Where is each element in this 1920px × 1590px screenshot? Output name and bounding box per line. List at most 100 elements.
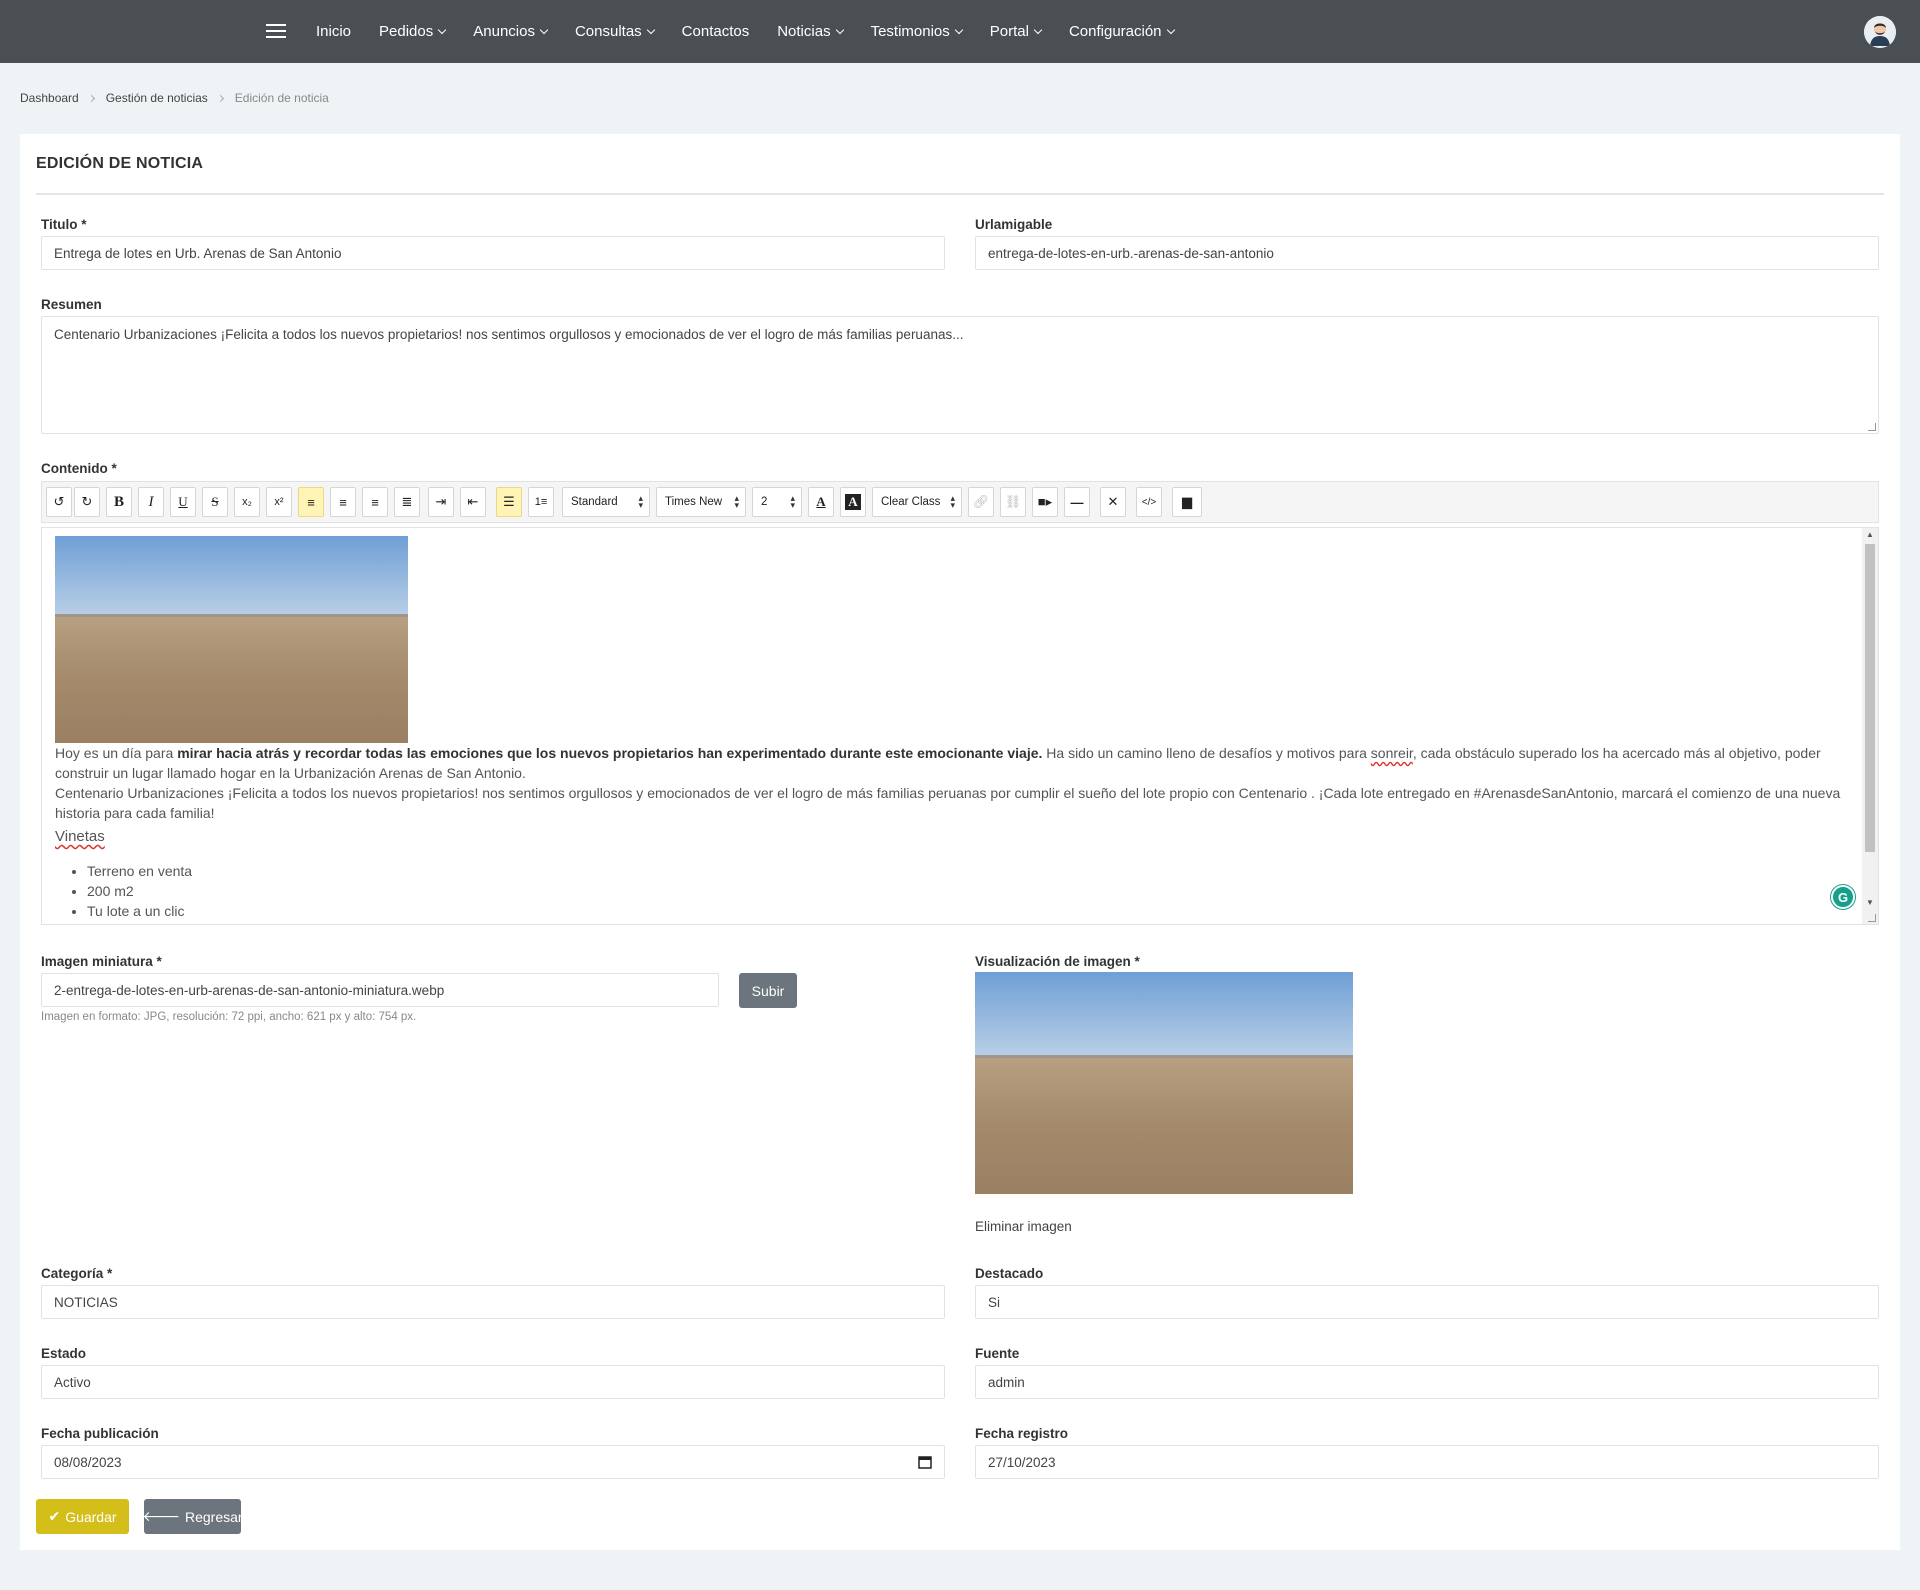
bullet-list-icon: ☰ (503, 494, 515, 509)
calendar-icon[interactable] (918, 1455, 932, 1469)
titulo-input[interactable]: Entrega de lotes en Urb. Arenas de San A… (41, 236, 945, 270)
resize-handle-icon[interactable] (1868, 423, 1876, 431)
urlamigable-input[interactable]: entrega-de-lotes-en-urb.-arenas-de-san-a… (975, 236, 1879, 270)
back-button[interactable]: 🡐 Regresar (142, 1499, 243, 1534)
editor-content: Hoy es un día para mirar hacia atrás y r… (55, 536, 1845, 921)
grammarly-icon[interactable]: G (1831, 885, 1855, 909)
editor-scrollbar[interactable]: ▲ ▼ (1862, 528, 1878, 924)
nav-anuncios[interactable]: Anuncios (459, 23, 561, 40)
undo-icon: ↺ (53, 494, 65, 509)
sort-arrows-icon: ▴ ▾ (790, 493, 795, 510)
strikethrough-icon: S (211, 494, 219, 509)
destacado-label: Destacado (975, 1266, 1044, 1281)
chevron-down-icon (646, 25, 655, 34)
italic-button[interactable]: I (138, 487, 164, 517)
nav-pedidos[interactable]: Pedidos (365, 23, 459, 40)
undo-button[interactable]: ↺ (46, 487, 72, 517)
user-avatar[interactable] (1864, 16, 1896, 48)
numbered-list-button[interactable]: 1≡ (528, 487, 554, 517)
redo-icon: ↻ (81, 494, 93, 509)
resumen-textarea[interactable]: Centenario Urbanizaciones ¡Felicita a to… (41, 316, 1879, 434)
font-size-select[interactable]: 2 ▴ ▾ (752, 487, 802, 517)
fecha-registro-input[interactable]: 27/10/2023 (975, 1445, 1879, 1479)
unlink-icon: ⛓︎ (1004, 494, 1022, 509)
horizontal-rule-button[interactable]: — (1064, 487, 1090, 517)
align-justify-button[interactable]: ≣ (394, 487, 420, 517)
underline-button[interactable]: U (170, 487, 196, 517)
imagen-help-text: Imagen en formato: JPG, resolución: 72 p… (41, 1011, 417, 1023)
breadcrumb-dashboard[interactable]: Dashboard (20, 91, 79, 105)
nav-testimonios[interactable]: Testimonios (857, 23, 976, 40)
contenido-label: Contenido * (41, 461, 117, 476)
thumbnail-preview-image (975, 972, 1353, 1194)
strikethrough-button[interactable]: S (202, 487, 228, 517)
resize-handle-icon[interactable] (1868, 914, 1876, 922)
delete-image-link[interactable]: Eliminar imagen (975, 1219, 1072, 1234)
nav-consultas[interactable]: Consultas (561, 23, 668, 40)
resumen-text: Centenario Urbanizaciones ¡Felicita a to… (54, 327, 964, 342)
imagen-miniatura-input[interactable]: 2-entrega-de-lotes-en-urb-arenas-de-san-… (41, 973, 719, 1007)
estado-select[interactable]: Activo (41, 1365, 945, 1399)
nav-contactos[interactable]: Contactos (668, 23, 764, 40)
text-color-icon: A (816, 494, 826, 509)
remove-format-button[interactable]: ✕ (1100, 487, 1126, 517)
indent-icon: ⇥ (435, 494, 447, 509)
upload-button[interactable]: Subir (739, 973, 797, 1008)
bold-button[interactable]: B (106, 487, 132, 517)
source-code-button[interactable]: </> (1136, 487, 1162, 517)
font-select[interactable]: Times New R▴▾ (656, 487, 746, 517)
video-icon: ■▸ (1037, 494, 1053, 509)
nav-configuracion[interactable]: Configuración (1055, 23, 1188, 40)
scroll-thumb[interactable] (1865, 544, 1875, 852)
destacado-select[interactable]: Si (975, 1285, 1879, 1319)
align-left-button[interactable]: ≡ (298, 487, 324, 517)
link-button[interactable]: 🔗︎ (968, 487, 994, 517)
text-color-button[interactable]: A (808, 487, 834, 517)
superscript-button[interactable]: x² (266, 487, 292, 517)
user-avatar-icon (1864, 16, 1896, 48)
chevron-down-icon (1166, 25, 1175, 34)
highlight-color-button[interactable]: A (840, 487, 866, 517)
indent-button[interactable]: ⇥ (428, 487, 454, 517)
bullet-list-button[interactable]: ☰ (496, 487, 522, 517)
fecha-publicacion-input[interactable]: 08/08/2023 (41, 1445, 945, 1479)
numbered-list-icon: 1≡ (534, 496, 548, 508)
outdent-button[interactable]: ⇤ (460, 487, 486, 517)
chevron-right-icon (87, 94, 95, 102)
breadcrumb-gestion-noticias[interactable]: Gestión de noticias (106, 91, 208, 105)
check-icon: ✔ (48, 1508, 61, 1524)
categoria-select[interactable]: NOTICIAS (41, 1285, 945, 1319)
link-icon: 🔗︎ (972, 494, 990, 509)
fuente-input[interactable]: admin (975, 1365, 1879, 1399)
align-justify-icon: ≣ (401, 494, 413, 509)
file-manager-button[interactable]: ▆ (1172, 487, 1202, 517)
categoria-label: Categoría * (41, 1266, 113, 1281)
menu-toggle-icon[interactable] (266, 24, 286, 38)
nav-inicio[interactable]: Inicio (302, 23, 365, 40)
scroll-down-icon[interactable]: ▼ (1866, 898, 1874, 907)
list-item: Terreno en venta (87, 861, 1845, 881)
nav-portal[interactable]: Portal (976, 23, 1055, 40)
content-paragraph-1: Hoy es un día para mirar hacia atrás y r… (55, 745, 1821, 781)
save-button[interactable]: ✔ Guardar (36, 1499, 129, 1534)
underline-icon: U (178, 494, 188, 509)
align-center-button[interactable]: ≡ (330, 487, 356, 517)
clear-class-select[interactable]: Clear Class ▴ ▾ (872, 487, 962, 517)
estado-label: Estado (41, 1346, 87, 1361)
style-select[interactable]: Standard ▴ ▾ (562, 487, 650, 517)
content-editor[interactable]: Hoy es un día para mirar hacia atrás y r… (41, 527, 1879, 925)
editor-image[interactable] (55, 536, 408, 743)
fuente-label: Fuente (975, 1346, 1020, 1361)
redo-button[interactable]: ↻ (74, 487, 100, 517)
align-right-button[interactable]: ≡ (362, 487, 388, 517)
italic-icon: I (148, 493, 154, 510)
code-icon: </> (1141, 496, 1157, 508)
horizontal-rule-icon: — (1070, 494, 1084, 510)
scroll-up-icon[interactable]: ▲ (1866, 530, 1874, 539)
title-divider (36, 193, 1884, 195)
nav-noticias[interactable]: Noticias (763, 23, 856, 40)
subscript-button[interactable]: x₂ (234, 487, 260, 517)
unlink-button[interactable]: ⛓︎ (1000, 487, 1026, 517)
video-button[interactable]: ■▸ (1032, 487, 1058, 517)
urlamigable-label: Urlamigable (975, 217, 1053, 232)
